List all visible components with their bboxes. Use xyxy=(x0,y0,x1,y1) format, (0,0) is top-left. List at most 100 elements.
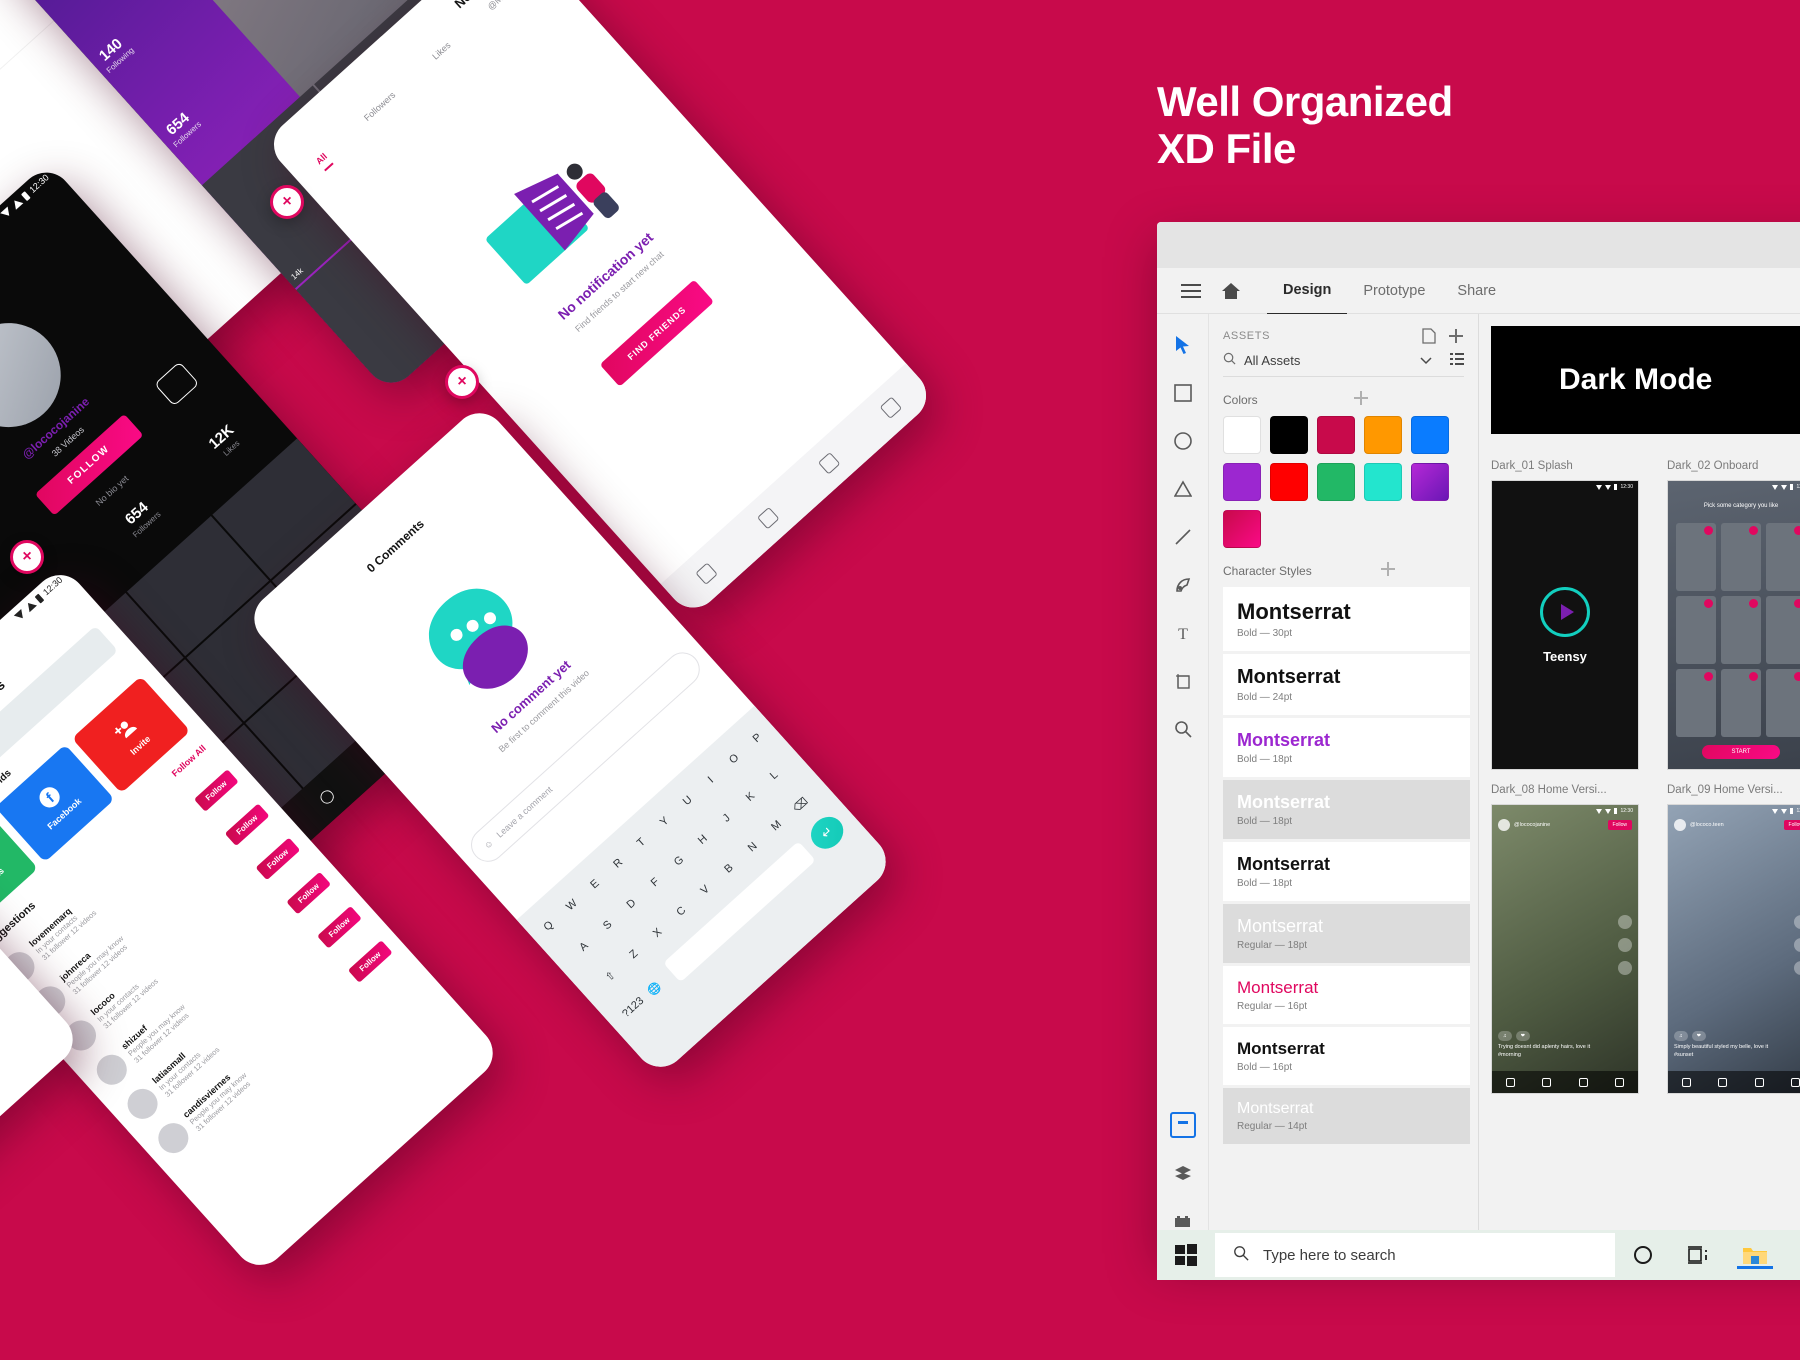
character-style-item[interactable]: Montserrat Regular — 18pt xyxy=(1223,904,1470,963)
polygon-tool[interactable] xyxy=(1170,476,1196,502)
artboard-dark-02[interactable]: Dark_02 Onboard 12:30 Pick some category… xyxy=(1667,460,1800,770)
comment-icon[interactable] xyxy=(1794,938,1800,952)
follow-button[interactable]: Follow xyxy=(347,939,393,983)
artboard-frame[interactable]: 12:30 @lococo.teen Follow xyxy=(1667,804,1800,1094)
artboard-dark-01[interactable]: Dark_01 Splash 12:30 Teensy xyxy=(1491,460,1639,770)
color-swatch-black[interactable] xyxy=(1270,416,1308,454)
follow-button[interactable]: Follow xyxy=(1607,820,1632,830)
character-style-item[interactable]: Montserrat Bold — 18pt xyxy=(1223,842,1470,901)
layers-panel-icon[interactable] xyxy=(1170,1160,1196,1186)
color-swatch-pink-gradient[interactable] xyxy=(1223,510,1261,548)
pen-tool[interactable] xyxy=(1170,572,1196,598)
rectangle-tool[interactable] xyxy=(1170,380,1196,406)
color-swatch-white[interactable] xyxy=(1223,416,1261,454)
assets-search[interactable]: All Assets xyxy=(1223,352,1464,377)
taskbar-search-input[interactable]: Type here to search xyxy=(1215,1233,1615,1277)
search-icon[interactable]: ◯ xyxy=(316,786,338,808)
chip[interactable]: ❤ xyxy=(1691,1031,1706,1041)
artboard-frame[interactable]: 12:30 Teensy xyxy=(1491,480,1639,770)
search-icon[interactable] xyxy=(1542,1077,1552,1087)
ellipse-tool[interactable] xyxy=(1170,428,1196,454)
select-tool[interactable] xyxy=(1170,332,1196,358)
xd-canvas[interactable]: Dark Mode Dark_01 Splash 12:30 Teensy Da… xyxy=(1479,314,1800,1252)
tab-mentions[interactable]: @Mentions xyxy=(486,0,531,17)
color-swatch-purple-gradient[interactable] xyxy=(1411,463,1449,501)
heart-icon[interactable] xyxy=(1618,915,1632,929)
color-swatch-blue[interactable] xyxy=(1411,416,1449,454)
color-swatch-red[interactable] xyxy=(1270,463,1308,501)
add-icon[interactable] xyxy=(1754,1077,1764,1087)
artboard-tool[interactable] xyxy=(1170,668,1196,694)
plus-icon[interactable] xyxy=(1380,562,1464,579)
document-icon[interactable] xyxy=(1422,328,1436,344)
chat-bubble-icon[interactable] xyxy=(154,361,200,407)
character-style-item[interactable]: Montserrat Regular — 14pt xyxy=(1223,1088,1470,1144)
share-icon[interactable] xyxy=(1618,961,1632,975)
chevron-down-icon[interactable] xyxy=(1420,353,1432,368)
category-tile[interactable] xyxy=(1721,669,1761,737)
add-icon[interactable] xyxy=(1578,1077,1588,1087)
follow-button[interactable]: Follow xyxy=(1783,820,1800,830)
zoom-tool[interactable] xyxy=(1170,716,1196,742)
windows-start-icon[interactable] xyxy=(1157,1230,1215,1280)
task-view-icon[interactable] xyxy=(1671,1246,1727,1264)
character-style-item[interactable]: Montserrat Bold — 18pt xyxy=(1223,718,1470,777)
file-explorer-icon[interactable] xyxy=(1727,1244,1783,1269)
profile-icon[interactable] xyxy=(1615,1077,1625,1087)
artboard-frame[interactable]: 12:30 @lococojanine Follow Trying doesnt… xyxy=(1491,804,1639,1094)
color-swatch-green[interactable] xyxy=(1317,463,1355,501)
color-swatch-purple[interactable] xyxy=(1223,463,1261,501)
category-tile[interactable] xyxy=(1766,596,1800,664)
line-tool[interactable] xyxy=(1170,524,1196,550)
category-tile[interactable] xyxy=(1721,523,1761,591)
tab-design[interactable]: Design xyxy=(1267,267,1348,315)
character-style-item[interactable]: Montserrat Bold — 18pt xyxy=(1223,780,1470,839)
tab-prototype[interactable]: Prototype xyxy=(1347,268,1441,314)
share-icon[interactable] xyxy=(1794,961,1800,975)
profile-icon[interactable] xyxy=(1791,1077,1800,1087)
tab-likes[interactable]: Likes xyxy=(430,40,457,67)
artboard-dark-09[interactable]: Dark_09 Home Versi... 12:30 @lococo.teen… xyxy=(1667,784,1800,1094)
category-tile[interactable] xyxy=(1676,523,1716,591)
home-icon[interactable] xyxy=(1681,1077,1691,1087)
text-tool[interactable]: T xyxy=(1170,620,1196,646)
character-style-item[interactable]: Montserrat Bold — 16pt xyxy=(1223,1027,1470,1085)
profile-icon[interactable] xyxy=(879,396,902,420)
close-icon[interactable]: × xyxy=(10,540,44,574)
search-icon[interactable] xyxy=(756,507,780,530)
close-icon[interactable]: × xyxy=(270,185,304,219)
tab-share[interactable]: Share xyxy=(1441,268,1512,314)
home-icon[interactable] xyxy=(695,562,719,585)
character-style-item[interactable]: Montserrat Regular — 16pt xyxy=(1223,966,1470,1024)
chip[interactable]: ♫ xyxy=(1498,1031,1512,1041)
tab-all[interactable]: All xyxy=(313,151,334,172)
character-style-item[interactable]: Montserrat Bold — 24pt xyxy=(1223,654,1470,715)
chip[interactable]: ❤ xyxy=(1515,1031,1530,1041)
category-tile[interactable] xyxy=(1676,669,1716,737)
comment-icon[interactable] xyxy=(1618,938,1632,952)
list-view-icon[interactable] xyxy=(1450,352,1464,368)
artboard-dark-08[interactable]: Dark_08 Home Versi... 12:30 @lococojanin… xyxy=(1491,784,1639,1094)
chip[interactable]: ♫ xyxy=(1674,1031,1688,1041)
cortana-circle-icon[interactable] xyxy=(1615,1245,1671,1265)
character-style-item[interactable]: Montserrat Bold — 30pt xyxy=(1223,587,1470,651)
onboard-start-button[interactable]: START xyxy=(1702,745,1780,759)
inbox-icon[interactable] xyxy=(818,451,841,475)
category-tile[interactable] xyxy=(1766,669,1800,737)
category-tile[interactable] xyxy=(1676,596,1716,664)
heart-icon[interactable] xyxy=(1794,915,1800,929)
plus-icon[interactable] xyxy=(1448,328,1464,344)
color-swatch-turquoise[interactable] xyxy=(1364,463,1402,501)
color-swatch-orange[interactable] xyxy=(1364,416,1402,454)
category-tile[interactable] xyxy=(1766,523,1800,591)
hamburger-icon[interactable] xyxy=(1171,283,1211,298)
enter-icon[interactable]: ↵ xyxy=(804,810,850,856)
home-icon[interactable] xyxy=(1505,1077,1515,1087)
close-icon[interactable]: × xyxy=(445,365,479,399)
category-tile[interactable] xyxy=(1721,596,1761,664)
search-icon[interactable] xyxy=(1718,1077,1728,1087)
tab-followers[interactable]: Followers xyxy=(362,90,402,128)
artboard-frame[interactable]: 12:30 Pick some category you like xyxy=(1667,480,1800,770)
assets-panel-icon[interactable] xyxy=(1169,1112,1196,1138)
home-icon[interactable] xyxy=(1211,282,1251,300)
